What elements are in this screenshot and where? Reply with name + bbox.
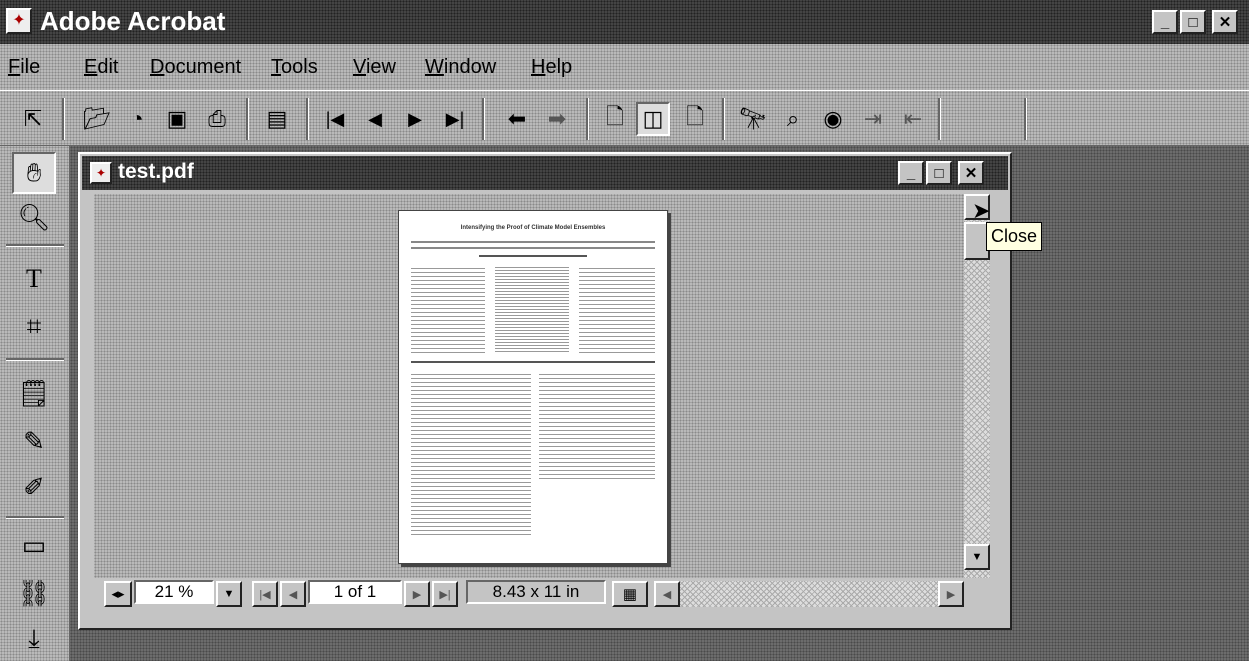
tool-separator bbox=[6, 358, 64, 361]
menu-help[interactable]: Help bbox=[531, 56, 572, 79]
toolbar-separator bbox=[938, 98, 941, 140]
fit-width-icon[interactable]: 🗋︎ bbox=[678, 102, 712, 136]
toolbar-separator bbox=[62, 98, 65, 140]
show-hide-navigation-icon[interactable]: ⇱ bbox=[16, 102, 50, 136]
last-page-icon[interactable]: ▶| bbox=[438, 102, 472, 136]
link-tool-icon[interactable]: ⛓︎ bbox=[12, 572, 56, 614]
zoom-field[interactable]: 21 % bbox=[134, 580, 214, 604]
acrobat-logo-icon: ✦ bbox=[6, 8, 32, 34]
page-size-display: 8.43 x 11 in bbox=[466, 580, 606, 604]
open-web-page-icon[interactable]: ◔ bbox=[120, 102, 154, 136]
doc-close-button[interactable]: ✕ bbox=[958, 161, 984, 185]
document-view: Intensifying the Proof of Climate Model … bbox=[94, 194, 964, 578]
pdf-document-icon: ✦ bbox=[90, 162, 112, 184]
actual-size-icon[interactable]: 🗋︎ bbox=[598, 102, 632, 136]
go-forward-icon[interactable]: ➡ bbox=[540, 102, 574, 136]
page-column bbox=[495, 265, 569, 353]
tool-separator bbox=[6, 516, 64, 519]
menu-view[interactable]: View bbox=[353, 56, 396, 79]
toolbar-separator bbox=[586, 98, 589, 140]
document-title: test.pdf bbox=[118, 160, 194, 183]
hand-tool-icon[interactable]: ✋︎ bbox=[12, 152, 56, 194]
fit-page-icon[interactable]: ◫ bbox=[636, 102, 670, 136]
close-tooltip: Close bbox=[986, 222, 1043, 251]
search-icon[interactable]: ⌕ bbox=[776, 102, 810, 136]
page-number-field[interactable]: 1 of 1 bbox=[308, 580, 402, 604]
zoom-dropdown-button[interactable]: ▼ bbox=[216, 581, 242, 607]
page-column bbox=[539, 371, 655, 481]
text-select-tool-icon[interactable]: T bbox=[12, 258, 56, 300]
toolbar-separator bbox=[482, 98, 485, 140]
print-icon[interactable]: ⎙ bbox=[200, 102, 234, 136]
page-column bbox=[579, 265, 655, 353]
next-page-button[interactable]: ▶ bbox=[404, 581, 430, 607]
horizontal-scrollbar[interactable]: ◀ ▶ bbox=[654, 581, 964, 607]
toolbar-separator bbox=[1024, 98, 1027, 140]
article-tool-icon[interactable]: ⤓ bbox=[12, 618, 56, 660]
scroll-left-button[interactable]: ◀ bbox=[654, 581, 680, 607]
page-title: Intensifying the Proof of Climate Model … bbox=[460, 225, 606, 231]
page-text-line bbox=[411, 247, 655, 249]
previous-page-button[interactable]: ◀ bbox=[280, 581, 306, 607]
previous-page-icon[interactable]: ◀ bbox=[358, 102, 392, 136]
page-text-line bbox=[479, 255, 587, 257]
app-minimize-button[interactable]: _ bbox=[1152, 10, 1178, 34]
save-icon[interactable]: ▣ bbox=[160, 102, 194, 136]
highlight-tool-icon[interactable]: ✐ bbox=[12, 466, 56, 508]
menu-edit[interactable]: Edit bbox=[84, 56, 118, 79]
split-pane-handle[interactable]: ◂▸ bbox=[104, 581, 132, 607]
status-bar: ◂▸ 21 % ▼ |◀ ◀ 1 of 1 ▶ ▶| 8.43 x 11 in … bbox=[94, 578, 990, 612]
next-page-icon[interactable]: ▶ bbox=[398, 102, 432, 136]
last-page-button[interactable]: ▶| bbox=[432, 581, 458, 607]
extract-pages-icon[interactable]: ⇤ bbox=[896, 102, 930, 136]
toolbar-separator bbox=[306, 98, 309, 140]
tool-separator bbox=[6, 244, 64, 247]
crop-tool-icon[interactable]: ⌗ bbox=[12, 306, 56, 348]
pdf-page: Intensifying the Proof of Climate Model … bbox=[398, 210, 668, 564]
movie-tool-icon[interactable]: ▭ bbox=[12, 524, 56, 566]
toolbar-separator bbox=[246, 98, 249, 140]
page-column bbox=[411, 265, 485, 353]
menu-file[interactable]: File bbox=[8, 56, 40, 79]
page-text-line bbox=[411, 361, 655, 363]
app-title-bar: ✦ Adobe Acrobat _ □ ✕ bbox=[0, 0, 1249, 44]
app-title: Adobe Acrobat bbox=[40, 6, 226, 36]
mouse-cursor-icon: ➤ bbox=[972, 198, 991, 223]
page-column bbox=[411, 371, 531, 535]
web-links-icon[interactable]: ◉ bbox=[816, 102, 850, 136]
doc-maximize-button[interactable]: □ bbox=[926, 161, 952, 185]
scroll-right-button[interactable]: ▶ bbox=[938, 581, 964, 607]
vertical-scrollbar[interactable]: ▼ bbox=[964, 194, 990, 578]
first-page-button[interactable]: |◀ bbox=[252, 581, 278, 607]
page-text-line bbox=[411, 241, 655, 243]
document-title-bar: ✦ test.pdf _ □ ✕ bbox=[82, 156, 1008, 190]
bookmarks-icon[interactable]: ▤ bbox=[260, 102, 294, 136]
note-tool-icon[interactable]: 🗒︎ bbox=[12, 372, 56, 414]
page-layout-icon[interactable]: ▦ bbox=[612, 581, 648, 607]
doc-minimize-button[interactable]: _ bbox=[898, 161, 924, 185]
open-icon[interactable]: 📂︎ bbox=[80, 102, 114, 136]
first-page-icon[interactable]: |◀ bbox=[318, 102, 352, 136]
toolbar-separator bbox=[722, 98, 725, 140]
insert-pages-icon[interactable]: ⇥ bbox=[856, 102, 890, 136]
scroll-down-button[interactable]: ▼ bbox=[964, 544, 990, 570]
menu-tools[interactable]: Tools bbox=[271, 56, 318, 79]
find-icon[interactable]: 🔭︎ bbox=[736, 102, 770, 136]
menu-document[interactable]: Document bbox=[150, 56, 241, 79]
app-close-button[interactable]: ✕ bbox=[1212, 10, 1238, 34]
document-window: ✦ test.pdf _ □ ✕ Intensifying the Proof … bbox=[78, 152, 1012, 630]
zoom-tool-icon[interactable]: 🔍︎ bbox=[12, 196, 56, 238]
menu-window[interactable]: Window bbox=[425, 56, 496, 79]
pencil-tool-icon[interactable]: ✎ bbox=[12, 420, 56, 462]
app-maximize-button[interactable]: □ bbox=[1180, 10, 1206, 34]
go-back-icon[interactable]: ⬅ bbox=[500, 102, 534, 136]
